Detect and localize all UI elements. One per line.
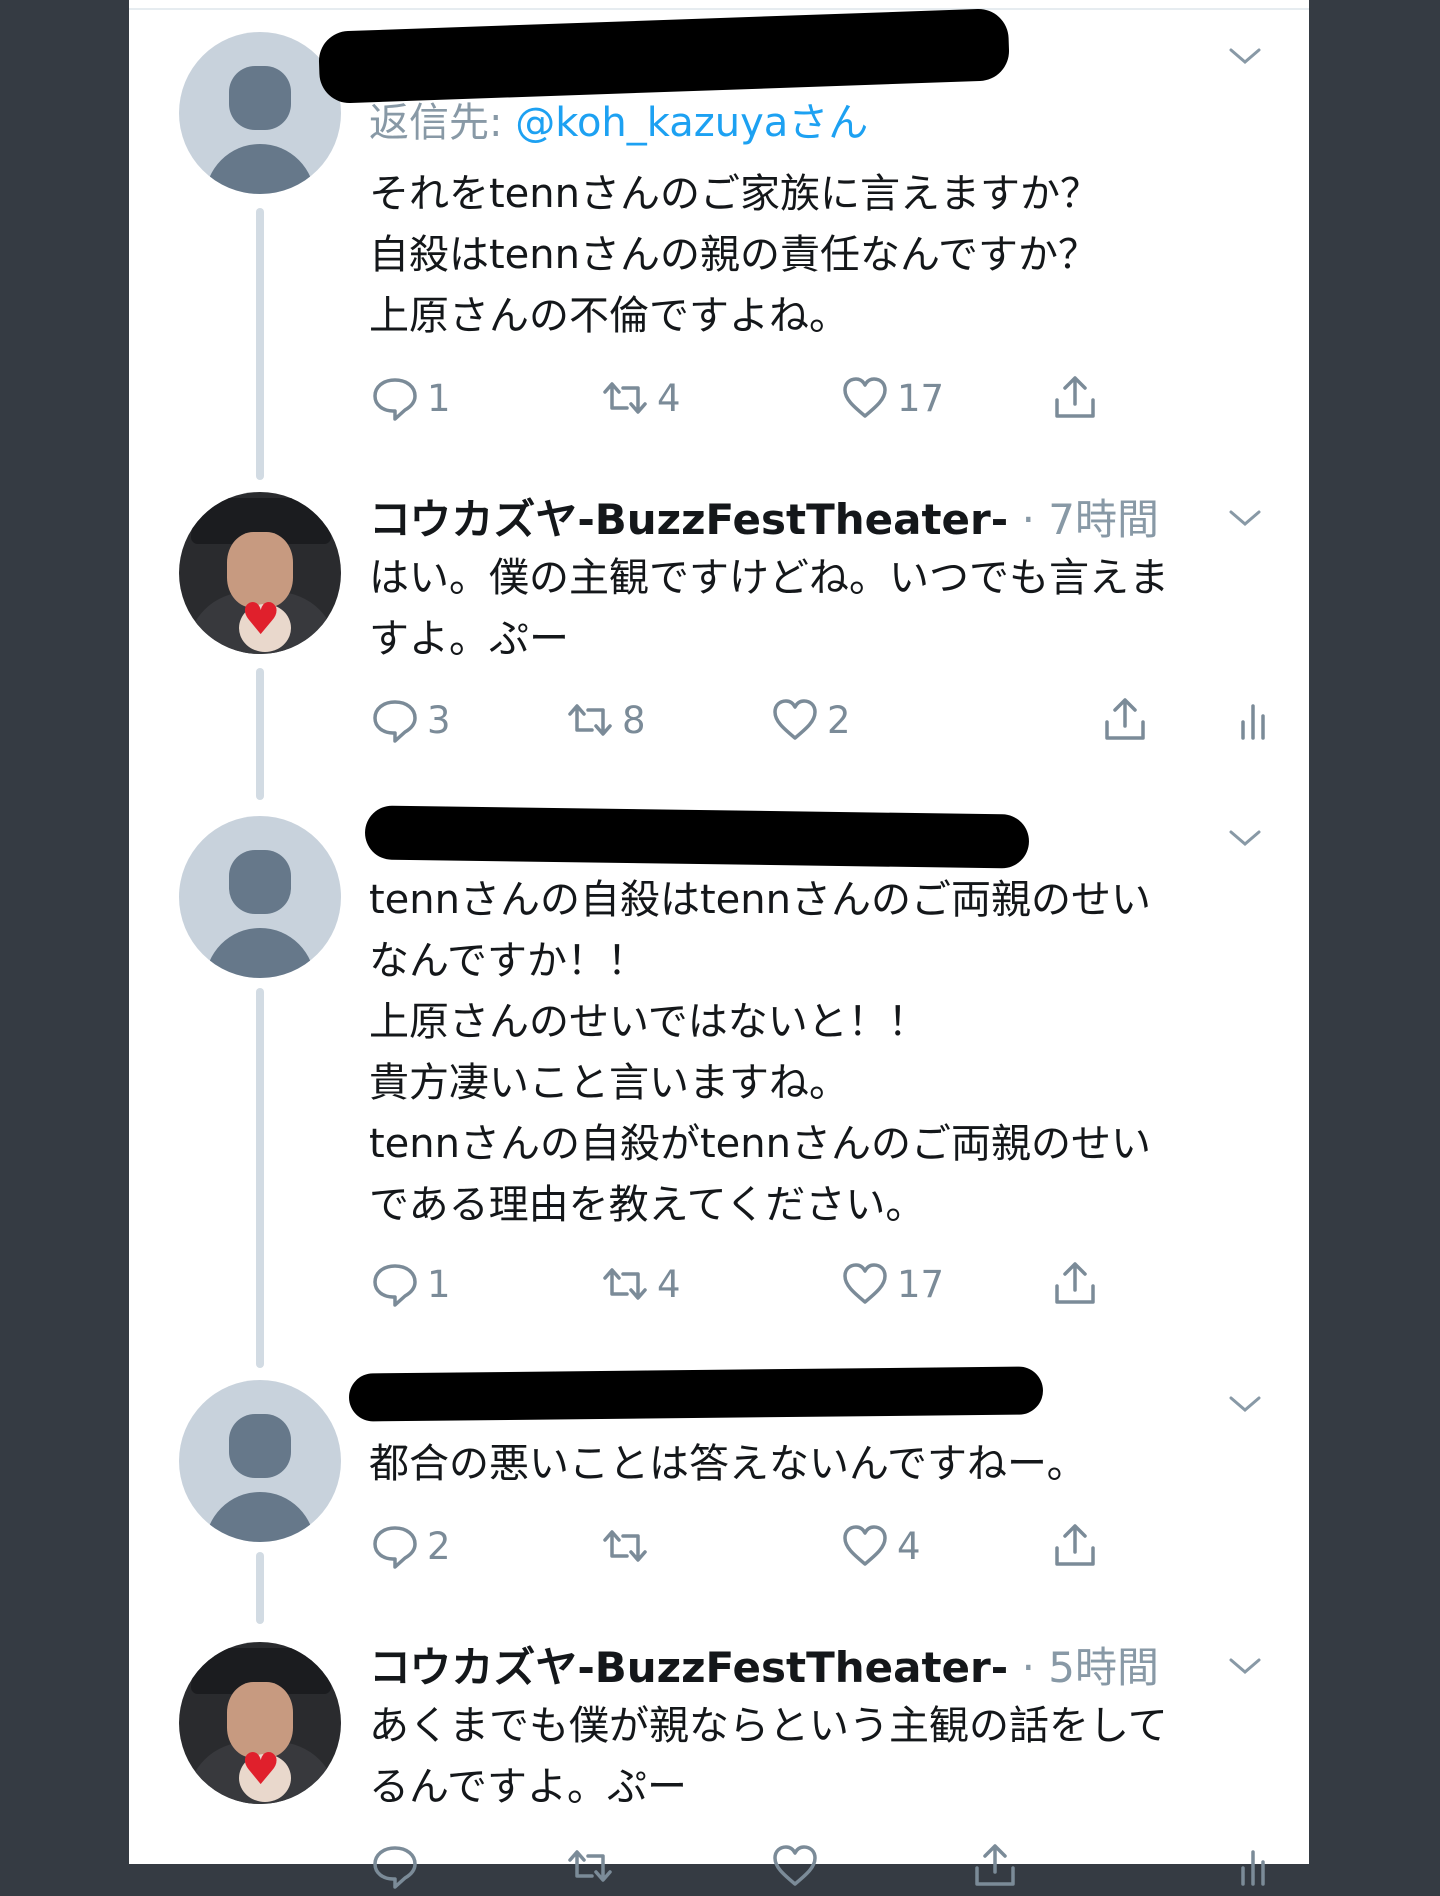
like-count: 4 (897, 1524, 921, 1568)
reply-button[interactable]: 1 (369, 1254, 451, 1314)
analytics-button[interactable] (1229, 690, 1287, 750)
speech-bubble-icon (373, 378, 417, 421)
heart-outline-icon (843, 1525, 887, 1566)
like-button[interactable]: 17 (839, 368, 944, 428)
tweet-text: 都合の悪いことは答えないんですねー。 (369, 1441, 1087, 1487)
retweet-button[interactable]: 4 (599, 1254, 681, 1314)
chevron-down-icon[interactable] (1225, 498, 1265, 538)
tweet-text: tennさんの自殺はtennさんのご両親のせい なんですか！！ 上原さんのせいで… (369, 877, 1151, 1228)
thread-line (256, 208, 264, 480)
user-avatar[interactable]: ♥ (179, 1642, 341, 1804)
share-button[interactable] (1049, 368, 1107, 428)
default-avatar[interactable] (179, 1380, 341, 1542)
replying-to: 返信先: @koh_kazuyaさん (369, 90, 868, 148)
like-count: 17 (897, 376, 945, 420)
speech-bubble-icon (373, 1526, 417, 1569)
tweet-actions: 1 4 17 (369, 368, 1269, 428)
bar-chart-icon (1241, 1850, 1265, 1886)
share-upload-icon (1105, 698, 1145, 740)
tweet-actions: 2 4 (369, 1516, 1269, 1576)
reply-button[interactable]: 3 (369, 690, 451, 750)
default-avatar[interactable] (179, 816, 341, 978)
reply-count: 2 (427, 1524, 451, 1568)
share-upload-icon (1055, 1262, 1095, 1304)
retweet-button[interactable] (599, 1516, 657, 1576)
redacted-username (348, 1366, 1044, 1422)
share-upload-icon (975, 1844, 1015, 1886)
reply-count: 3 (427, 698, 451, 742)
analytics-button[interactable] (1229, 1836, 1287, 1896)
divider (129, 8, 1309, 10)
retweet-arrows-icon (603, 1268, 647, 1300)
share-button[interactable] (1049, 1516, 1107, 1576)
chevron-down-icon[interactable] (1225, 1646, 1265, 1686)
like-button[interactable] (769, 1836, 827, 1896)
retweet-button[interactable] (564, 1836, 622, 1896)
speech-bubble-icon (373, 1264, 417, 1307)
redacted-username (364, 805, 1030, 869)
mention-link[interactable]: @koh_kazuyaさん (515, 100, 868, 146)
tweet-actions: 3 8 2 (369, 690, 1309, 750)
replying-label: 返信先: (369, 100, 503, 146)
like-button[interactable]: 17 (839, 1254, 944, 1314)
tweet-actions: 1 4 17 (369, 1254, 1269, 1314)
share-upload-icon (1055, 376, 1095, 418)
chevron-down-icon[interactable] (1225, 818, 1265, 858)
speech-bubble-icon (373, 1846, 417, 1889)
retweet-arrows-icon (603, 382, 647, 414)
like-count: 2 (827, 698, 851, 742)
tweet-text: はい。僕の主観ですけどね。いつでも言えま すよ。ぷー (369, 555, 1169, 662)
timeline-card: 返信先: @koh_kazuyaさん それをtennさんのご家族に言えますか？ … (129, 0, 1309, 1889)
retweet-button[interactable]: 4 (599, 368, 681, 428)
reply-button[interactable] (369, 1836, 427, 1896)
heart-outline-icon (843, 1263, 887, 1304)
tweet-actions (369, 1836, 1309, 1896)
like-button[interactable]: 4 (839, 1516, 921, 1576)
retweet-arrows-icon (603, 1530, 647, 1562)
share-upload-icon (1055, 1524, 1095, 1566)
tweet-header: コウカズヤ-BuzzFestTheater- · 7時間 (369, 486, 1159, 547)
reply-count: 1 (427, 376, 451, 420)
like-button[interactable]: 2 (769, 690, 851, 750)
share-button[interactable] (969, 1836, 1027, 1896)
heart-outline-icon (773, 699, 817, 740)
retweet-arrows-icon (568, 1850, 612, 1882)
thread-line (256, 668, 264, 800)
retweet-button[interactable]: 8 (564, 690, 646, 750)
chevron-down-icon[interactable] (1225, 1384, 1265, 1424)
thread-line (256, 988, 264, 1368)
reply-button[interactable]: 1 (369, 368, 451, 428)
retweet-count: 8 (622, 698, 646, 742)
share-button[interactable] (1099, 690, 1157, 750)
retweet-count: 4 (657, 376, 681, 420)
tweet-text: それをtennさんのご家族に言えますか？ 自殺はtennさんの親の責任なんですか… (369, 171, 1100, 339)
share-button[interactable] (1049, 1254, 1107, 1314)
timestamp[interactable]: · 5時間 (1022, 1643, 1159, 1692)
retweet-arrows-icon (568, 704, 612, 736)
timestamp[interactable]: · 7時間 (1022, 495, 1159, 544)
thread-line (256, 1552, 264, 1624)
author-name[interactable]: コウカズヤ-BuzzFestTheater- (369, 495, 1008, 544)
retweet-count: 4 (657, 1262, 681, 1306)
tweet-text: あくまでも僕が親ならという主観の話をして るんですよ。ぷー (369, 1703, 1168, 1810)
tweet-header: コウカズヤ-BuzzFestTheater- · 5時間 (369, 1634, 1159, 1695)
reply-count: 1 (427, 1262, 451, 1306)
bar-chart-icon (1241, 704, 1265, 740)
heart-outline-icon (843, 377, 887, 418)
user-avatar[interactable]: ♥ (179, 492, 341, 654)
speech-bubble-icon (373, 700, 417, 743)
author-name[interactable]: コウカズヤ-BuzzFestTheater- (369, 1643, 1008, 1692)
default-avatar[interactable] (179, 32, 341, 194)
chevron-down-icon[interactable] (1225, 36, 1265, 76)
reply-button[interactable]: 2 (369, 1516, 451, 1576)
heart-outline-icon (773, 1845, 817, 1886)
like-count: 17 (897, 1262, 945, 1306)
